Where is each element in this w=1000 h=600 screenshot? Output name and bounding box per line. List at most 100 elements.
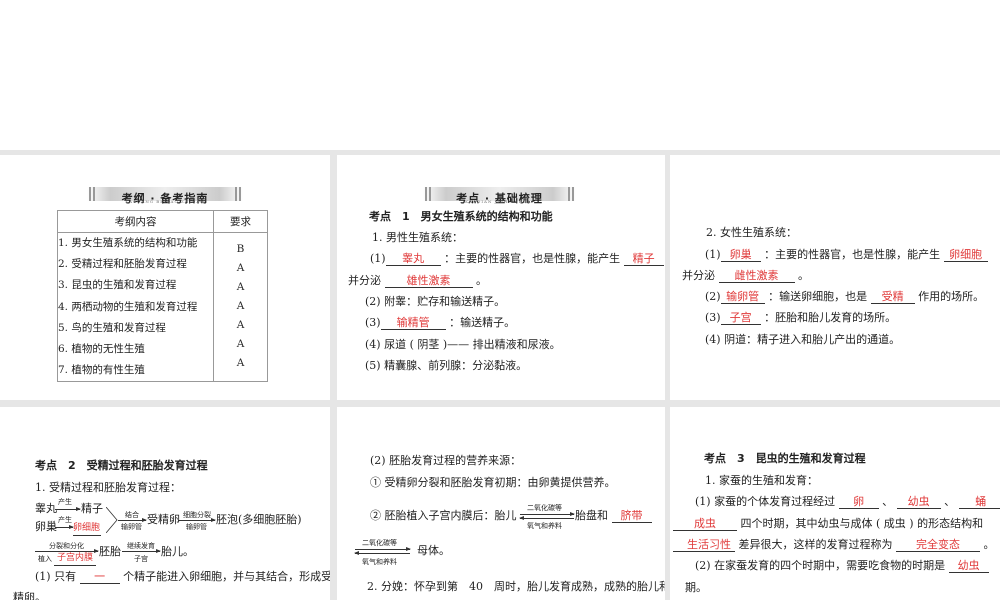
answer-blank: 输卵管 bbox=[720, 290, 765, 304]
text-segment: ：胚胎和胎儿发育的场所。 bbox=[764, 311, 897, 324]
slide-fertilization[interactable]: 考点 2 受精过程和胚胎发育过程 1. 受精过程和胚胎发育过程： 睾丸 产生 精… bbox=[0, 407, 330, 600]
text-segment: 、 bbox=[944, 495, 956, 508]
text-line: 1. 受精过程和胚胎发育过程： bbox=[35, 481, 181, 494]
answer-blank: 成虫 bbox=[673, 517, 737, 531]
arrow-icon bbox=[55, 507, 81, 511]
topic-heading: 考点 2 受精过程和胚胎发育过程 bbox=[35, 459, 208, 472]
text-line: 母体。 bbox=[417, 544, 450, 557]
banner-pinyin: KAODIAN JICHU SHULI bbox=[465, 199, 534, 204]
text-line: 期。 bbox=[685, 581, 707, 594]
arrow-label: 产生 bbox=[58, 516, 72, 524]
answer-blank: 卵细胞 bbox=[943, 248, 988, 262]
answer-blank: 卵 bbox=[838, 495, 879, 509]
text-segment: 、 bbox=[882, 495, 894, 508]
text-segment: 差异很大，这样的发育过程称为 bbox=[738, 538, 893, 551]
level: A bbox=[236, 300, 245, 312]
level: A bbox=[236, 338, 245, 350]
arrow-label: 子宫 bbox=[134, 555, 148, 563]
merge-bracket-icon bbox=[106, 507, 118, 533]
diagram-node: 胚胎 bbox=[99, 545, 121, 558]
text-segment: (3) bbox=[705, 311, 721, 324]
outline-item: 2. 受精过程和胚胎发育过程 bbox=[58, 258, 187, 271]
text-line: ① 受精卵分裂和胚胎发育初期：由卵黄提供营养。 bbox=[370, 476, 616, 489]
text-segment: 。 bbox=[983, 538, 995, 551]
answer-blank: 幼虫 bbox=[896, 495, 941, 509]
slide-male-system[interactable]: 考点 · 基础梳理 KAODIAN JICHU SHULI 考点 1 男女生殖系… bbox=[337, 155, 665, 400]
header-content: 考纲内容 bbox=[57, 210, 214, 233]
text-line: 成虫 四个时期，其中幼虫与成体 ( 成虫 ) 的形态结构和 bbox=[673, 517, 983, 531]
arrow-label: 植入 bbox=[38, 555, 52, 563]
section-banner: 考纲 · 备考指南 KAOGANG BEIKAO ZHINAN bbox=[87, 187, 243, 205]
slide-exam-outline[interactable]: 考纲 · 备考指南 KAOGANG BEIKAO ZHINAN 考纲内容 要求 1… bbox=[0, 155, 330, 400]
answer-blank: 睾丸 bbox=[385, 252, 441, 266]
level: A bbox=[236, 319, 245, 331]
text-segment: 。 bbox=[476, 274, 487, 287]
text-segment: ：输送卵细胞，也是 bbox=[768, 290, 868, 303]
slide-insect-development[interactable]: 考点 3 昆虫的生殖和发育过程 1. 家蚕的生殖和发育： (1) 家蚕的个体发育… bbox=[670, 407, 1000, 600]
diagram-node: 胎儿。 bbox=[161, 545, 194, 558]
level: A bbox=[236, 357, 245, 369]
arrow-label: 产生 bbox=[58, 498, 72, 506]
text-segment: 并分泌 bbox=[682, 269, 715, 282]
text-line: 2. 分娩：怀孕到第 40 周时，胎儿发育成熟，成熟的胎儿和 bbox=[367, 580, 665, 593]
text-line: (1) 家蚕的个体发育过程经过 卵 、 幼虫 、 蛹 、 bbox=[695, 495, 1000, 509]
arrow-icon bbox=[178, 518, 216, 522]
text-segment: ：主要的性器官，也是性腺，能产生 bbox=[444, 252, 621, 265]
outline-item: 6. 植物的无性生殖 bbox=[58, 343, 145, 356]
text-line: 2. 女性生殖系统： bbox=[706, 226, 797, 239]
slide-female-system[interactable]: 2. 女性生殖系统： (1) 卵巢 ：主要的性器官，也是性腺，能产生 卵细胞 并分… bbox=[670, 155, 1000, 400]
answer-blank: 卵巢 bbox=[720, 248, 761, 262]
text-line: 生活习性 差异很大，这样的发育过程称为 完全变态 。 bbox=[673, 538, 995, 552]
text-segment: (1) bbox=[370, 252, 386, 265]
answer-blank: 精子 bbox=[623, 252, 664, 266]
outline-item: 7. 植物的有性生殖 bbox=[58, 364, 145, 377]
text-segment: 四个时期，其中幼虫与成体 ( 成虫 ) 的形态结构和 bbox=[740, 517, 984, 530]
text-segment: (3) bbox=[365, 316, 381, 329]
text-segment: ：输送精子。 bbox=[449, 316, 516, 329]
text-segment: 作用的场所。 bbox=[918, 290, 985, 303]
outline-item: 5. 鸟的生殖和发育过程 bbox=[58, 321, 166, 334]
text-line: 并分泌 雄性激素 。 bbox=[348, 274, 487, 288]
text-line: (4) 阴道：精子进入和胎儿产出的通道。 bbox=[705, 333, 901, 346]
arrow-icon bbox=[122, 549, 161, 553]
text-segment: 胎盘和 bbox=[575, 509, 608, 522]
text-line: (4) 尿道 ( 阴茎 )—— 排出精液和尿液。 bbox=[365, 338, 561, 351]
answer-blank: 子宫 bbox=[720, 311, 761, 325]
banner-pinyin: KAOGANG BEIKAO ZHINAN bbox=[125, 199, 205, 204]
diagram-node: 睾丸 bbox=[35, 502, 57, 515]
text-line: ② 胚胎植入子宫内膜后：胎儿 bbox=[370, 509, 517, 522]
section-banner: 考点 · 基础梳理 KAODIAN JICHU SHULI bbox=[423, 187, 576, 205]
diagram-node: 卵巢 bbox=[35, 520, 57, 533]
level: A bbox=[236, 262, 245, 274]
slide-embryo-nutrition[interactable]: (2) 胚胎发育过程的营养来源： ① 受精卵分裂和胚胎发育初期：由卵黄提供营养。… bbox=[337, 407, 665, 600]
arrow-icon bbox=[520, 512, 575, 516]
arrow-label: 氧气和养料 bbox=[362, 558, 397, 566]
arrow-label: 氧气和养料 bbox=[527, 522, 562, 530]
answer-blank: 卵细胞 bbox=[73, 521, 101, 536]
arrow-label: 输卵管 bbox=[186, 523, 207, 531]
arrow-icon bbox=[354, 551, 410, 555]
answer-blank: 子宫内膜 bbox=[54, 551, 96, 566]
outline-table: 考纲内容 要求 1. 男女生殖系统的结构和功能 2. 受精过程和胚胎发育过程 3. 昆… bbox=[57, 210, 268, 383]
text-segment: 个精子能进入卵细胞，并与其结合，形成受 bbox=[123, 570, 330, 583]
text-segment: 。 bbox=[798, 269, 809, 282]
text-line: 精卵。 bbox=[13, 591, 46, 600]
text-line: (3) 输精管 ：输送精子。 bbox=[365, 316, 515, 330]
answer-blank: 受精 bbox=[870, 290, 915, 304]
outline-item: 1. 男女生殖系统的结构和功能 bbox=[58, 237, 198, 249]
text-segment: (1) 只有 bbox=[35, 570, 77, 583]
answer-blank: 输精管 bbox=[380, 316, 446, 330]
text-line: (2) 在家蚕发育的四个时期中，需要吃食物的时期是 幼虫 bbox=[695, 559, 989, 573]
text-line: 1. 家蚕的生殖和发育： bbox=[705, 474, 818, 487]
arrow-label: 二氧化碳等 bbox=[362, 539, 397, 547]
answer-blank: 脐带 bbox=[611, 509, 652, 523]
answer-blank: 雄性激素 bbox=[384, 274, 473, 288]
text-line: (2) 输卵管 ：输送卵细胞，也是 受精 作用的场所。 bbox=[705, 290, 984, 304]
arrow-icon bbox=[355, 547, 411, 551]
text-segment: ：主要的性器官，也是性腺，能产生 bbox=[764, 248, 941, 261]
text-line: (5) 精囊腺、前列腺：分泌黏液。 bbox=[365, 359, 528, 372]
text-line: (1) 只有 一 个精子能进入卵细胞，并与其结合，形成受 bbox=[35, 570, 330, 584]
text-segment: (1) 家蚕的个体发育过程经过 bbox=[695, 495, 836, 508]
text-segment: 并分泌 bbox=[348, 274, 381, 287]
text-segment: (1) bbox=[705, 248, 721, 261]
